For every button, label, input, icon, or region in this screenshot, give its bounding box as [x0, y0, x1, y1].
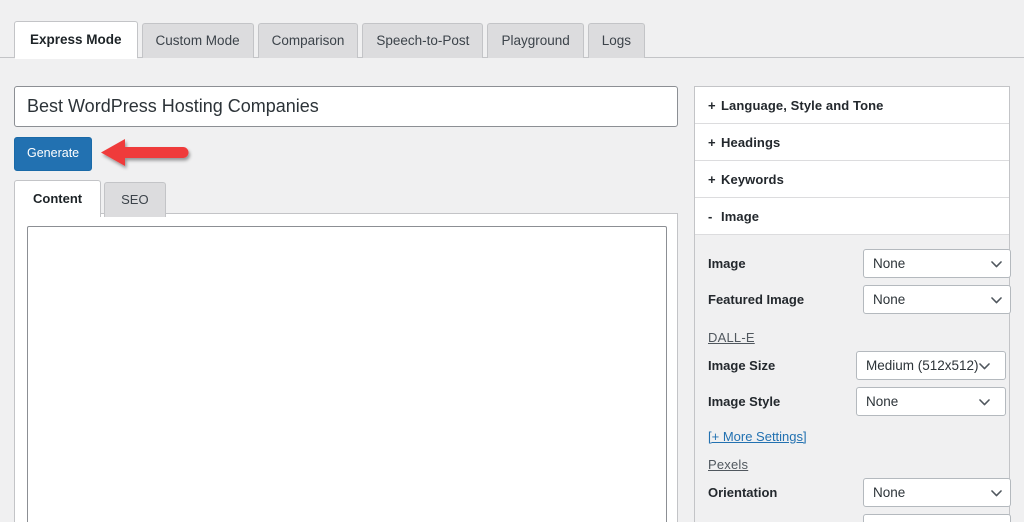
tab-playground-label: Playground — [501, 32, 570, 48]
field-row-featured-image: Featured Image None — [708, 283, 1011, 316]
main-tab-list: Express Mode Custom Mode Comparison Spee… — [14, 20, 646, 59]
tab-comparison[interactable]: Comparison — [257, 22, 359, 58]
dalle-section-heading[interactable]: DALL-E — [708, 330, 755, 345]
tab-custom-mode[interactable]: Custom Mode — [141, 22, 254, 58]
featured-image-select-wrap: None — [863, 285, 1011, 314]
field-row-orientation: Orientation None — [708, 476, 1011, 509]
orientation-label: Orientation — [708, 485, 778, 500]
plus-icon: + — [708, 97, 716, 113]
editor-inner-tab-list: Content SEO — [14, 180, 166, 218]
featured-image-select[interactable]: None — [863, 285, 1011, 314]
app-root: Express Mode Custom Mode Comparison Spee… — [0, 0, 1024, 522]
field-row-image-style: Image Style None — [708, 385, 1006, 418]
tab-speech-to-post[interactable]: Speech-to-Post — [362, 22, 484, 58]
image-size-label: Image Size — [708, 358, 776, 373]
tab-content[interactable]: Content — [14, 180, 102, 218]
tab-speech-to-post-label: Speech-to-Post — [376, 32, 470, 48]
tab-content-label: Content — [33, 191, 83, 206]
field-row-size: Size None — [708, 512, 1011, 522]
accordion-keywords-label: Keywords — [721, 171, 784, 187]
tab-seo[interactable]: SEO — [104, 182, 166, 217]
featured-image-label: Featured Image — [708, 292, 805, 307]
tab-express-mode[interactable]: Express Mode — [14, 20, 138, 59]
image-style-label: Image Style — [708, 394, 781, 409]
accordion-image-label: Image — [721, 208, 760, 224]
tab-custom-mode-label: Custom Mode — [155, 32, 240, 48]
tab-seo-label: SEO — [121, 192, 149, 207]
orientation-select-wrap: None — [863, 478, 1011, 507]
field-row-image-size: Image Size Medium (512x512) — [708, 349, 1006, 382]
accordion-image[interactable]: - Image — [695, 198, 1009, 235]
orientation-select[interactable]: None — [863, 478, 1011, 507]
generate-row: Generate — [14, 137, 678, 171]
image-style-select-wrap: None — [856, 387, 1006, 416]
tab-logs[interactable]: Logs — [587, 22, 646, 58]
image-size-select[interactable]: Medium (512x512) — [856, 351, 1006, 380]
accordion-language-style-and-tone-label: Language, Style and Tone — [721, 97, 884, 113]
tab-playground[interactable]: Playground — [487, 22, 584, 58]
accordion-headings[interactable]: + Headings — [695, 124, 1009, 161]
field-row-image: Image None — [708, 247, 1011, 280]
image-style-select[interactable]: None — [856, 387, 1006, 416]
tab-comparison-label: Comparison — [271, 32, 345, 48]
main-tab-bar: Express Mode Custom Mode Comparison Spee… — [0, 0, 1024, 59]
editor-column: Generate — [14, 86, 678, 171]
image-select-wrap: None — [863, 249, 1011, 278]
content-panel — [14, 213, 678, 522]
plus-icon: + — [708, 134, 716, 150]
generated-content-textarea[interactable] — [27, 226, 667, 522]
accordion-keywords[interactable]: + Keywords — [695, 161, 1009, 198]
accordion-headings-label: Headings — [721, 134, 781, 150]
post-title-input[interactable] — [14, 86, 678, 127]
size-select[interactable]: None — [863, 514, 1011, 522]
minus-icon: - — [708, 208, 713, 224]
image-size-select-wrap: Medium (512x512) — [856, 351, 1006, 380]
pexels-section-heading[interactable]: Pexels — [708, 457, 748, 472]
size-select-wrap: None — [863, 514, 1011, 522]
red-arrow-annotation-icon — [101, 139, 189, 166]
settings-sidebar: + Language, Style and Tone + Headings + … — [694, 86, 1011, 522]
plus-icon: + — [708, 171, 716, 187]
more-settings-link[interactable]: [+ More Settings] — [708, 429, 807, 444]
tab-logs-label: Logs — [601, 32, 632, 48]
accordion-language-style-and-tone[interactable]: + Language, Style and Tone — [695, 87, 1009, 124]
generate-button[interactable]: Generate — [14, 137, 93, 171]
tab-express-mode-label: Express Mode — [30, 31, 122, 47]
image-select[interactable]: None — [863, 249, 1011, 278]
image-label: Image — [708, 256, 746, 271]
image-section-body: Image None Featured Image None DALL-E Im… — [695, 235, 1011, 522]
